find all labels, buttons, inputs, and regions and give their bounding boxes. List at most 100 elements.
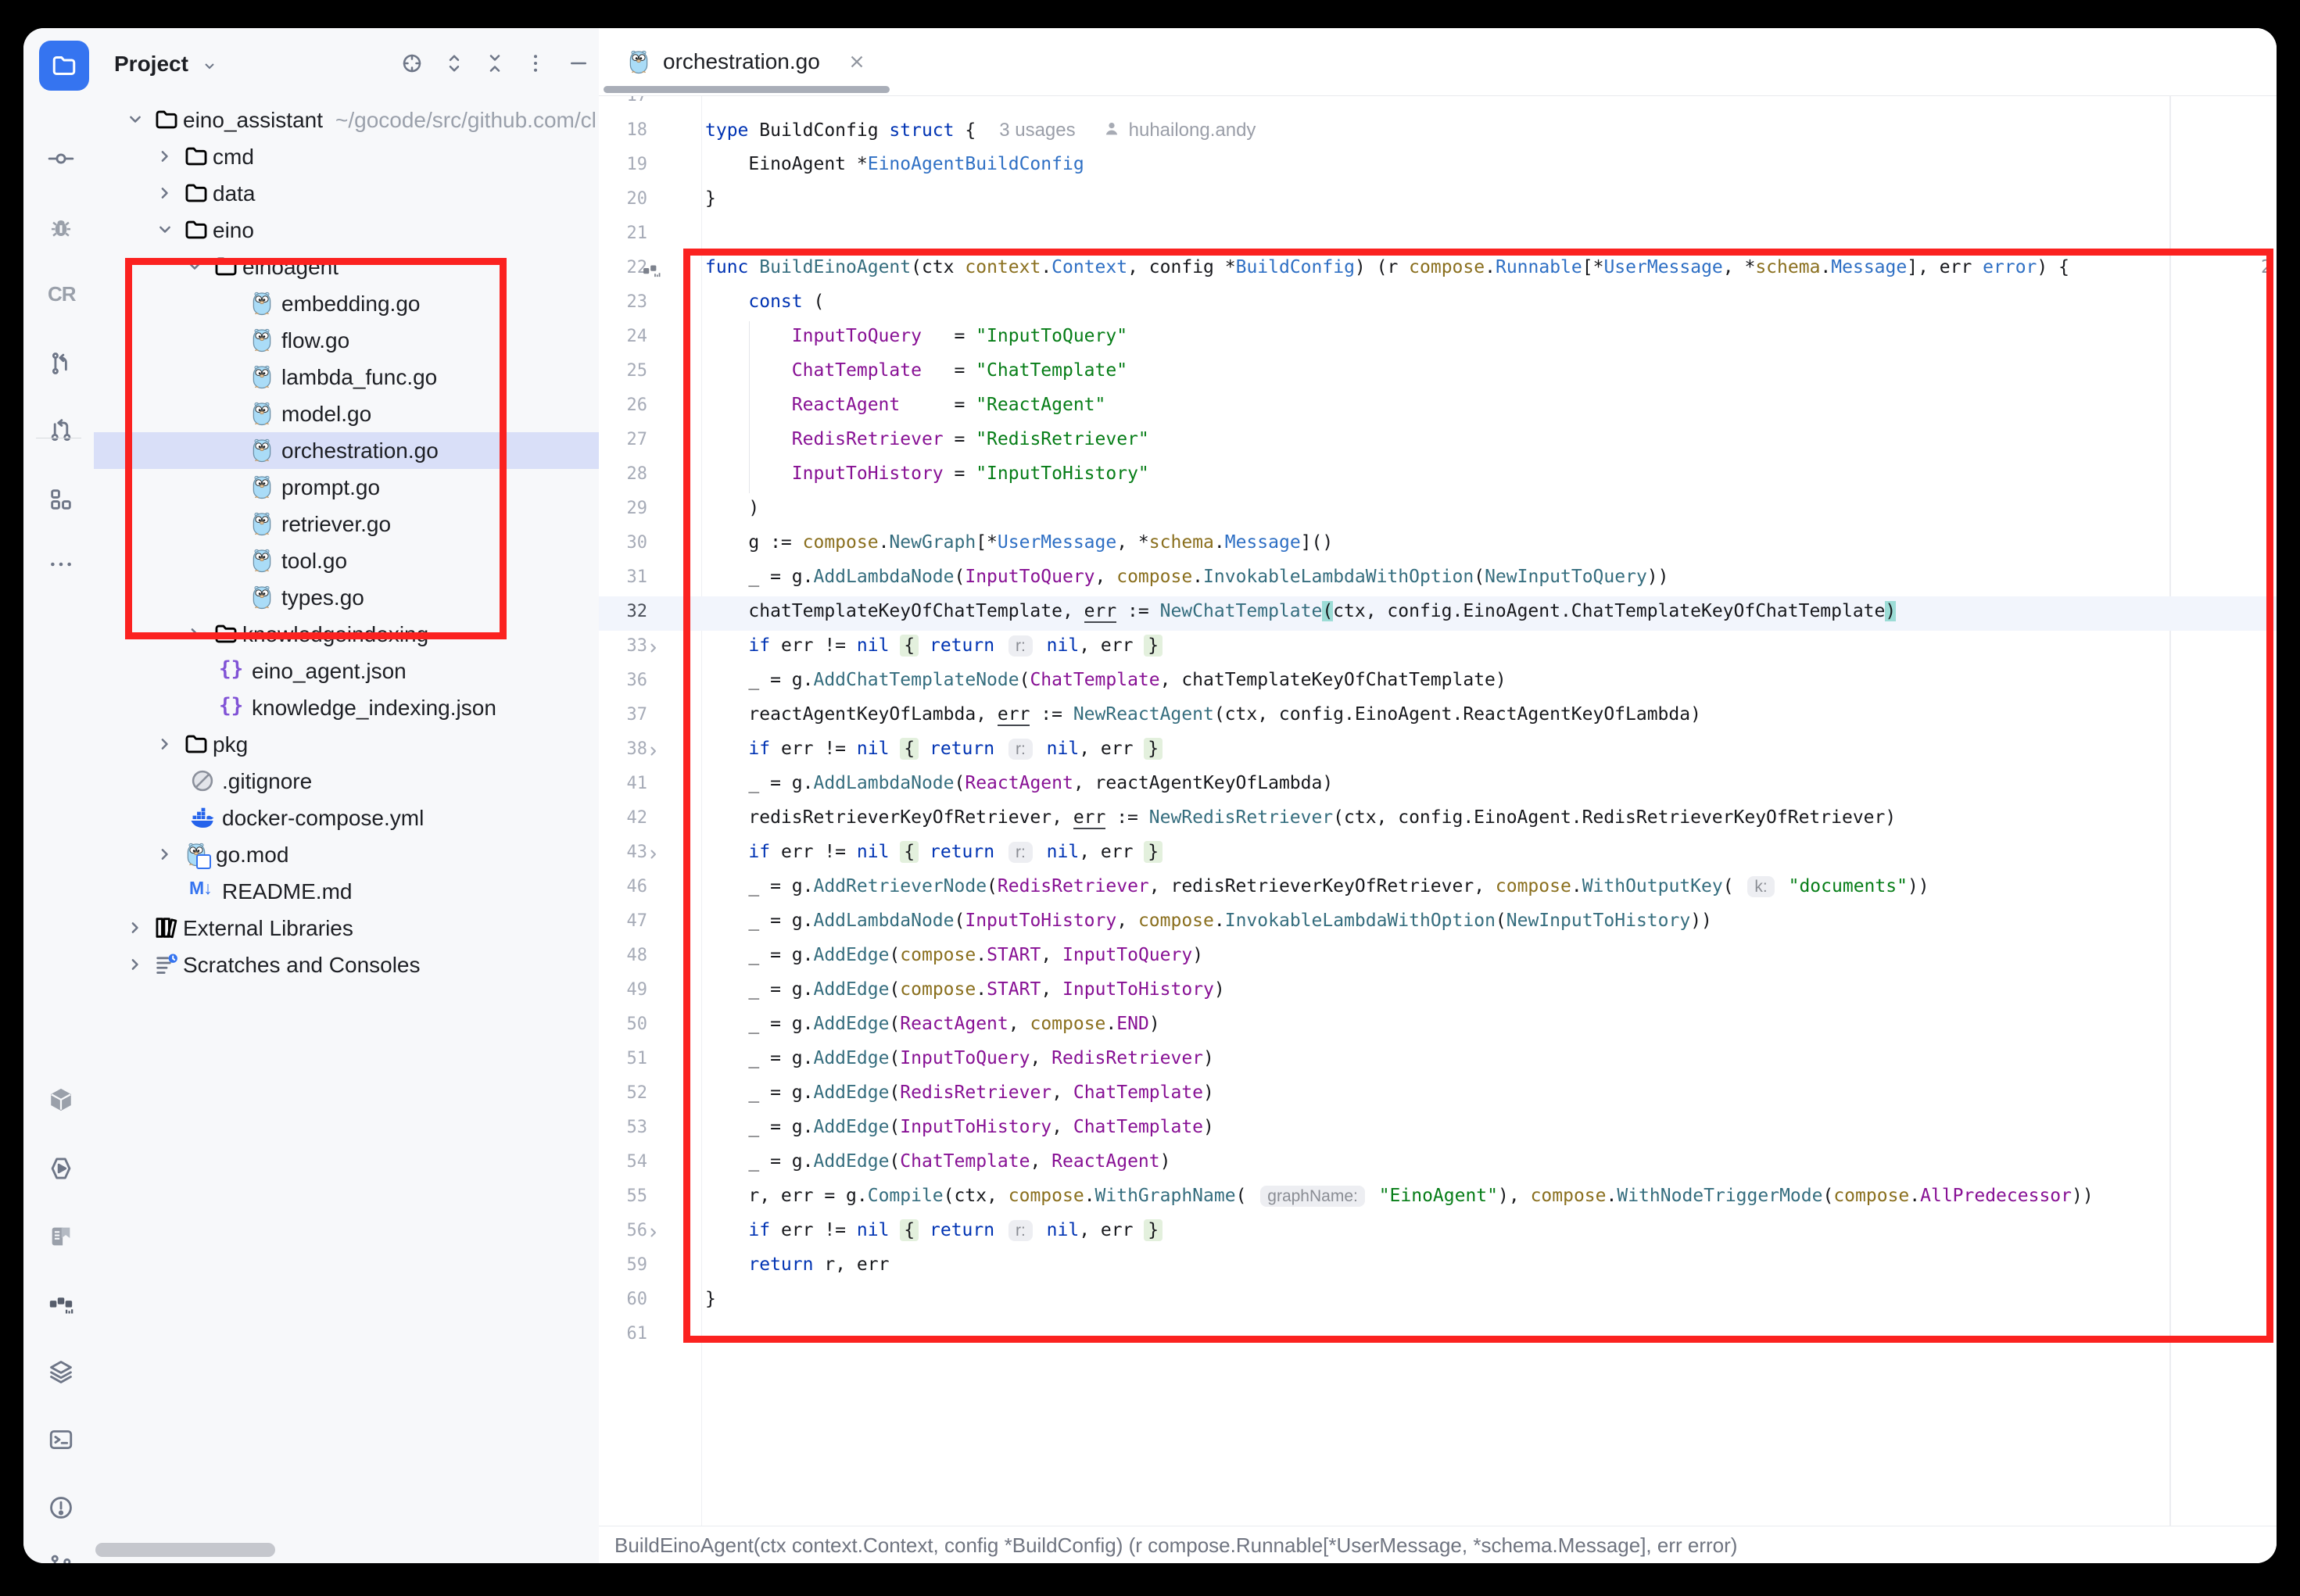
tree-item-knowledgeindexing[interactable]: knowledgeindexing <box>94 616 599 653</box>
tree-item-external-libraries[interactable]: External Libraries <box>94 910 599 947</box>
profiler-icon[interactable] <box>48 1290 74 1316</box>
more-icon[interactable] <box>48 551 74 578</box>
git-icon[interactable] <box>48 1552 74 1563</box>
code-line-19[interactable]: 19 EinoAgent *EinoAgentBuildConfig <box>599 149 2277 184</box>
code-line-22[interactable]: 22func BuildEinoAgent(ctx context.Contex… <box>599 252 2277 287</box>
code-line-59[interactable]: 59 return r, err <box>599 1250 2277 1284</box>
tree-item-retriever-go[interactable]: retriever.go <box>94 506 599 542</box>
code-line-50[interactable]: 50 _ = g.AddEdge(ReactAgent, compose.END… <box>599 1009 2277 1043</box>
code-review-icon[interactable]: CR <box>48 282 74 309</box>
code-line-52[interactable]: 52 _ = g.AddEdge(RedisRetriever, ChatTem… <box>599 1078 2277 1112</box>
structure-icon[interactable] <box>48 486 74 513</box>
options-icon[interactable] <box>524 52 547 75</box>
code-line-36[interactable]: 36 _ = g.AddChatTemplateNode(ChatTemplat… <box>599 665 2277 700</box>
chevron-down-icon[interactable] <box>183 255 206 278</box>
tree-item-lambda-func-go[interactable]: lambda_func.go <box>94 359 599 395</box>
tree-item-eino-assistant[interactable]: eino_assistant~/gocode/src/github.com/cl <box>94 102 599 138</box>
chevron-right-icon[interactable] <box>153 732 177 756</box>
code-line-51[interactable]: 51 _ = g.AddEdge(InputToQuery, RedisRetr… <box>599 1043 2277 1078</box>
hide-icon[interactable] <box>567 52 590 75</box>
commit-icon[interactable] <box>48 145 74 172</box>
code-line-48[interactable]: 48 _ = g.AddEdge(compose.START, InputToQ… <box>599 940 2277 975</box>
code-line-46[interactable]: 46 _ = g.AddRetrieverNode(RedisRetriever… <box>599 871 2277 906</box>
expand-all-icon[interactable] <box>442 52 466 75</box>
bookmarks-icon[interactable] <box>48 1223 74 1250</box>
run-icon[interactable] <box>48 1155 74 1182</box>
code-line-47[interactable]: 47 _ = g.AddLambdaNode(InputToHistory, c… <box>599 906 2277 940</box>
tree-item-orchestration-go[interactable]: orchestration.go <box>94 432 599 469</box>
debug-icon[interactable] <box>48 214 74 241</box>
tree-item-cmd[interactable]: cmd <box>94 138 599 175</box>
code-line-54[interactable]: 54 _ = g.AddEdge(ChatTemplate, ReactAgen… <box>599 1147 2277 1181</box>
tree-item-knowledge-indexing-json[interactable]: {}knowledge_indexing.json <box>94 689 599 726</box>
code-line-42[interactable]: 42 redisRetrieverKeyOfRetriever, err := … <box>599 803 2277 837</box>
locate-icon[interactable] <box>400 52 424 75</box>
code-line-17[interactable]: 17 <box>599 96 2277 115</box>
fold-chevron-icon[interactable] <box>644 742 663 760</box>
tree-item-prompt-go[interactable]: prompt.go <box>94 469 599 506</box>
code-line-29[interactable]: 29 ) <box>599 493 2277 528</box>
code-line-53[interactable]: 53 _ = g.AddEdge(InputToHistory, ChatTem… <box>599 1112 2277 1147</box>
code-line-21[interactable]: 21 <box>599 218 2277 252</box>
code-line-28[interactable]: 28 InputToHistory = "InputToHistory" <box>599 459 2277 493</box>
code-line-55[interactable]: 55 r, err = g.Compile(ctx, compose.WithG… <box>599 1181 2277 1215</box>
code-line-23[interactable]: 23 const ( <box>599 287 2277 321</box>
chevron-down-icon[interactable] <box>124 108 147 131</box>
code-editor[interactable]: 1718type BuildConfig struct {3 usageshuh… <box>599 96 2277 1526</box>
fold-chevron-icon[interactable] <box>644 1223 663 1242</box>
pull-requests-icon[interactable] <box>48 417 74 444</box>
tree-item-eino-agent-json[interactable]: {}eino_agent.json <box>94 653 599 689</box>
tree-item-pkg[interactable]: pkg <box>94 726 599 763</box>
code-line-27[interactable]: 27 RedisRetriever = "RedisRetriever" <box>599 424 2277 459</box>
terminal-icon[interactable] <box>48 1426 74 1453</box>
close-icon[interactable] <box>847 52 867 72</box>
project-tool-button[interactable] <box>39 41 89 91</box>
code-line-20[interactable]: 20} <box>599 184 2277 218</box>
chevron-right-icon[interactable] <box>183 622 206 646</box>
fold-chevron-icon[interactable] <box>644 639 663 657</box>
tree-item--gitignore[interactable]: .gitignore <box>94 763 599 800</box>
code-line-60[interactable]: 60} <box>599 1284 2277 1319</box>
tree-item-model-go[interactable]: model.go <box>94 395 599 432</box>
code-line-33[interactable]: 33 if err != nil { return r: nil, err } <box>599 631 2277 665</box>
code-line-30[interactable]: 30 g := compose.NewGraph[*UserMessage, *… <box>599 528 2277 562</box>
tree-item-docker-compose-yml[interactable]: docker-compose.yml <box>94 800 599 836</box>
tree-item-go-mod[interactable]: go.mod <box>94 836 599 873</box>
code-line-43[interactable]: 43 if err != nil { return r: nil, err } <box>599 837 2277 871</box>
chevron-right-icon[interactable] <box>153 145 177 168</box>
tree-item-scratches-and-consoles[interactable]: Scratches and Consoles <box>94 947 599 983</box>
code-line-26[interactable]: 26 ReactAgent = "ReactAgent" <box>599 390 2277 424</box>
code-line-41[interactable]: 41 _ = g.AddLambdaNode(ReactAgent, react… <box>599 768 2277 803</box>
code-line-61[interactable]: 61 <box>599 1319 2277 1353</box>
tree-item-flow-go[interactable]: flow.go <box>94 322 599 359</box>
fold-chevron-icon[interactable] <box>644 845 663 864</box>
tree-item-embedding-go[interactable]: embedding.go <box>94 285 599 322</box>
tree-item-data[interactable]: data <box>94 175 599 212</box>
problems-icon[interactable] <box>48 1494 74 1521</box>
code-line-32[interactable]: 32 chatTemplateKeyOfChatTemplate, err :=… <box>599 596 2277 631</box>
code-line-31[interactable]: 31 _ = g.AddLambdaNode(InputToQuery, com… <box>599 562 2277 596</box>
code-line-37[interactable]: 37 reactAgentKeyOfLambda, err := NewReac… <box>599 700 2277 734</box>
vcs-update-icon[interactable] <box>48 350 74 377</box>
code-line-56[interactable]: 56 if err != nil { return r: nil, err } <box>599 1215 2277 1250</box>
code-line-49[interactable]: 49 _ = g.AddEdge(compose.START, InputToH… <box>599 975 2277 1009</box>
code-line-24[interactable]: 24 InputToQuery = "InputToQuery" <box>599 321 2277 356</box>
tree-item-tool-go[interactable]: tool.go <box>94 542 599 579</box>
chevron-right-icon[interactable] <box>153 181 177 205</box>
chevron-right-icon[interactable] <box>153 843 177 866</box>
services-icon[interactable] <box>48 1086 74 1113</box>
tree-item-einoagent[interactable]: einoagent <box>94 249 599 285</box>
code-line-18[interactable]: 18type BuildConfig struct {3 usageshuhai… <box>599 115 2277 149</box>
code-line-38[interactable]: 38 if err != nil { return r: nil, err } <box>599 734 2277 768</box>
chevron-right-icon[interactable] <box>124 953 147 976</box>
tree-item-types-go[interactable]: types.go <box>94 579 599 616</box>
project-panel-title[interactable]: Project <box>114 52 188 77</box>
chevron-right-icon[interactable] <box>124 916 147 939</box>
code-vision-gutter-icon[interactable] <box>641 259 663 281</box>
database-icon[interactable] <box>48 1358 74 1385</box>
chevron-down-icon[interactable] <box>153 218 177 242</box>
collapse-all-icon[interactable] <box>483 52 507 75</box>
project-panel-hscrollbar[interactable] <box>95 1543 275 1557</box>
tree-item-readme-md[interactable]: M↓README.md <box>94 873 599 910</box>
tree-item-eino[interactable]: eino <box>94 212 599 249</box>
